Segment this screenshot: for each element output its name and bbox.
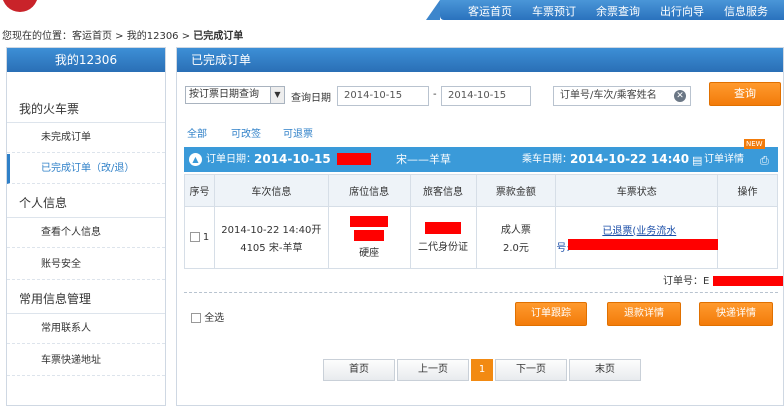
nav-home[interactable]: 客运首页	[468, 3, 512, 19]
order-number-label: 订单号：E	[663, 276, 710, 287]
table-header-row: 序号 车次信息 席位信息 旅客信息 票款金额 车票状态 操作	[184, 174, 778, 207]
column-header: 车票状态	[555, 174, 719, 207]
order-date-label: 订单日期：	[206, 154, 256, 165]
order-number: 订单号：E	[663, 272, 783, 287]
refund-status-link[interactable]: 已退票(业务流水	[556, 222, 717, 237]
collapse-icon[interactable]: ▲	[189, 153, 202, 166]
filter-refundable[interactable]: 可退票	[283, 125, 313, 140]
nav-info-service[interactable]: 信息服务	[724, 3, 768, 19]
order-header: ▲ 订单日期： 2014-10-15 宋——羊草 乘车日期： 2014-10-2…	[184, 139, 778, 173]
row-index: 1	[202, 232, 210, 243]
order-date: 2014-10-15	[254, 152, 331, 166]
sidebar-section-personal: 个人信息	[19, 196, 68, 210]
pager-last-button[interactable]: 末页	[569, 359, 641, 381]
breadcrumb: 您现在的位置：客运首页 > 我的12306 > 已完成订单	[2, 27, 243, 42]
document-icon: ▤	[692, 154, 703, 167]
ticket-price: 2.0元	[502, 243, 529, 254]
passenger-info-cell: 二代身份证	[409, 206, 477, 269]
breadcrumb-path[interactable]: 客运首页 > 我的12306 >	[72, 31, 193, 42]
sidebar-item-account-security[interactable]: 账号安全	[7, 250, 165, 280]
search-placeholder: 订单号/车次/乘客姓名	[560, 90, 657, 101]
seat-info-cell: 硬座	[327, 206, 411, 269]
row-checkbox[interactable]	[189, 232, 200, 242]
nav-booking[interactable]: 车票预订	[532, 3, 576, 19]
breadcrumb-current: 已完成订单	[193, 31, 244, 42]
nav-remaining-tickets[interactable]: 余票查询	[596, 3, 640, 19]
column-header: 序号	[184, 174, 215, 207]
search-input[interactable]: 订单号/车次/乘客姓名 ✕	[553, 86, 691, 106]
ticket-type: 成人票	[500, 225, 531, 236]
status-cell: 已退票(业务流水 号:	[555, 206, 719, 269]
sidebar-item-contacts[interactable]: 常用联系人	[7, 314, 165, 344]
main-panel: 已完成订单 按订票日期查询 ▼ 查询日期 2014-10-15 - 2014-1…	[176, 47, 784, 406]
filter-all[interactable]: 全部	[187, 125, 207, 140]
index-cell: 1	[184, 206, 215, 269]
table-row: 1 2014-10-22 14:40开 4105 宋-羊草 硬座 二代身份证 成…	[184, 206, 778, 269]
select-all-checkbox[interactable]	[191, 313, 201, 323]
ride-date-label: 乘车日期：	[522, 154, 572, 165]
sidebar-item-view-info[interactable]: 查看个人信息	[7, 218, 165, 248]
pager-first-button[interactable]: 首页	[323, 359, 395, 381]
date-from-input[interactable]: 2014-10-15	[337, 86, 429, 106]
redacted-block	[568, 238, 719, 250]
select-all[interactable]: 全选	[191, 309, 224, 324]
date-separator: -	[433, 89, 437, 100]
redacted-block	[350, 216, 389, 227]
column-header: 票款金额	[475, 174, 557, 207]
query-button[interactable]: 查询	[709, 82, 781, 106]
express-detail-button[interactable]: 快递详情	[699, 302, 773, 326]
sidebar: 我的12306 我的火车票 未完成订单 已完成订单（改/退） 个人信息 查看个人…	[6, 47, 166, 406]
refund-detail-button[interactable]: 退款详情	[607, 302, 681, 326]
redacted-block	[712, 276, 783, 286]
filter-changeable[interactable]: 可改签	[231, 125, 261, 140]
sidebar-item-delivery-address[interactable]: 车票快递地址	[7, 346, 165, 376]
pager-current-page[interactable]: 1	[471, 359, 493, 381]
ride-datetime: 2014-10-22 14:40	[570, 152, 690, 166]
column-header: 操作	[717, 174, 778, 207]
redacted-block	[425, 222, 462, 234]
date-label: 查询日期	[291, 93, 331, 104]
divider	[184, 292, 778, 293]
breadcrumb-prefix: 您现在的位置：	[2, 31, 72, 42]
action-cell	[717, 206, 778, 269]
redacted-block	[337, 153, 371, 165]
clear-icon[interactable]: ✕	[674, 90, 686, 102]
train-info-cell: 2014-10-22 14:40开 4105 宋-羊草	[213, 206, 329, 269]
train-datetime: 2014-10-22 14:40开	[221, 225, 322, 236]
redacted-block	[354, 230, 385, 241]
sidebar-section-common-info: 常用信息管理	[19, 292, 92, 306]
status-line-2: 号:	[556, 238, 719, 254]
pager-prev-button[interactable]: 上一页	[397, 359, 469, 381]
sidebar-item-finished-orders[interactable]: 已完成订单（改/退）	[7, 154, 165, 184]
sidebar-item-unfinished-orders[interactable]: 未完成订单	[7, 123, 165, 153]
order-detail-link[interactable]: 订单详情	[704, 147, 744, 172]
panel-title: 已完成订单	[177, 48, 783, 72]
train-route: 4105 宋-羊草	[240, 243, 303, 254]
top-navigation: 客运首页 车票预订 余票查询 出行向导 信息服务	[0, 0, 784, 22]
column-header: 席位信息	[327, 174, 411, 207]
price-cell: 成人票 2.0元	[475, 206, 557, 269]
query-type-select[interactable]: 按订票日期查询 ▼	[185, 86, 285, 104]
column-header: 车次信息	[213, 174, 329, 207]
sidebar-section-train: 我的火车票	[19, 102, 80, 116]
column-header: 旅客信息	[409, 174, 477, 207]
sidebar-title: 我的12306	[7, 48, 165, 72]
nav-travel-guide[interactable]: 出行向导	[660, 3, 704, 19]
query-type-value: 按订票日期查询	[189, 89, 259, 100]
order-route: 宋——羊草	[396, 153, 451, 166]
printer-icon[interactable]: ⎙	[760, 148, 769, 173]
main-nav: 客运首页 车票预订 余票查询 出行向导 信息服务	[426, 0, 784, 20]
passenger-id-type: 二代身份证	[418, 242, 469, 253]
seat-type: 硬座	[359, 248, 380, 259]
select-all-label: 全选	[204, 313, 225, 324]
order-track-button[interactable]: 订单跟踪	[515, 302, 587, 326]
chevron-down-icon[interactable]: ▼	[270, 87, 284, 103]
railway-logo-icon[interactable]	[0, 0, 40, 12]
ticket-table: 序号 车次信息 席位信息 旅客信息 票款金额 车票状态 操作 1 2014-10…	[184, 174, 778, 269]
pager-next-button[interactable]: 下一页	[495, 359, 567, 381]
date-to-input[interactable]: 2014-10-15	[441, 86, 531, 106]
